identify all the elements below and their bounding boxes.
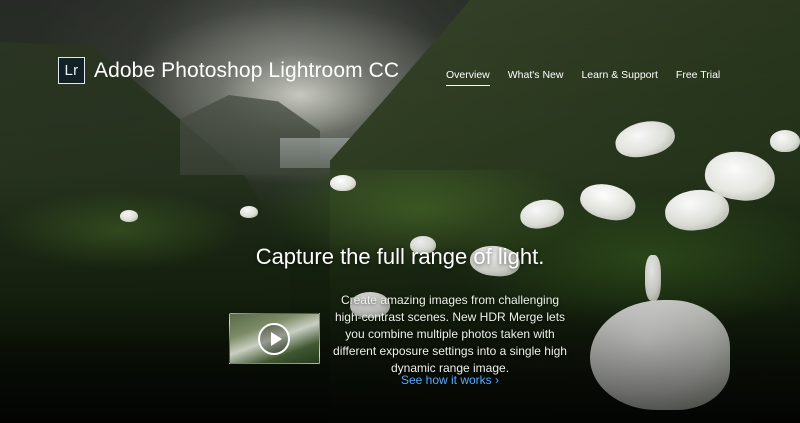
play-icon[interactable]	[258, 323, 290, 355]
nav-free-trial[interactable]: Free Trial	[676, 69, 720, 86]
hero-description: Create amazing images from challenging h…	[333, 293, 567, 375]
main-nav: Overview What's New Learn & Support Free…	[446, 69, 720, 86]
hero-headline: Capture the full range of light.	[255, 244, 545, 269]
product-name: Adobe Photoshop Lightroom CC	[94, 58, 400, 82]
see-how-it-works-link[interactable]: See how it works ›	[326, 373, 574, 387]
nav-whats-new[interactable]: What's New	[508, 69, 564, 86]
brand[interactable]: Lr Adobe Photoshop Lightroom CC	[58, 57, 399, 84]
lightroom-logo: Lr	[58, 57, 85, 84]
nav-learn-support[interactable]: Learn & Support	[581, 69, 657, 86]
video-thumbnail[interactable]	[229, 313, 320, 364]
nav-overview[interactable]: Overview	[446, 69, 490, 86]
